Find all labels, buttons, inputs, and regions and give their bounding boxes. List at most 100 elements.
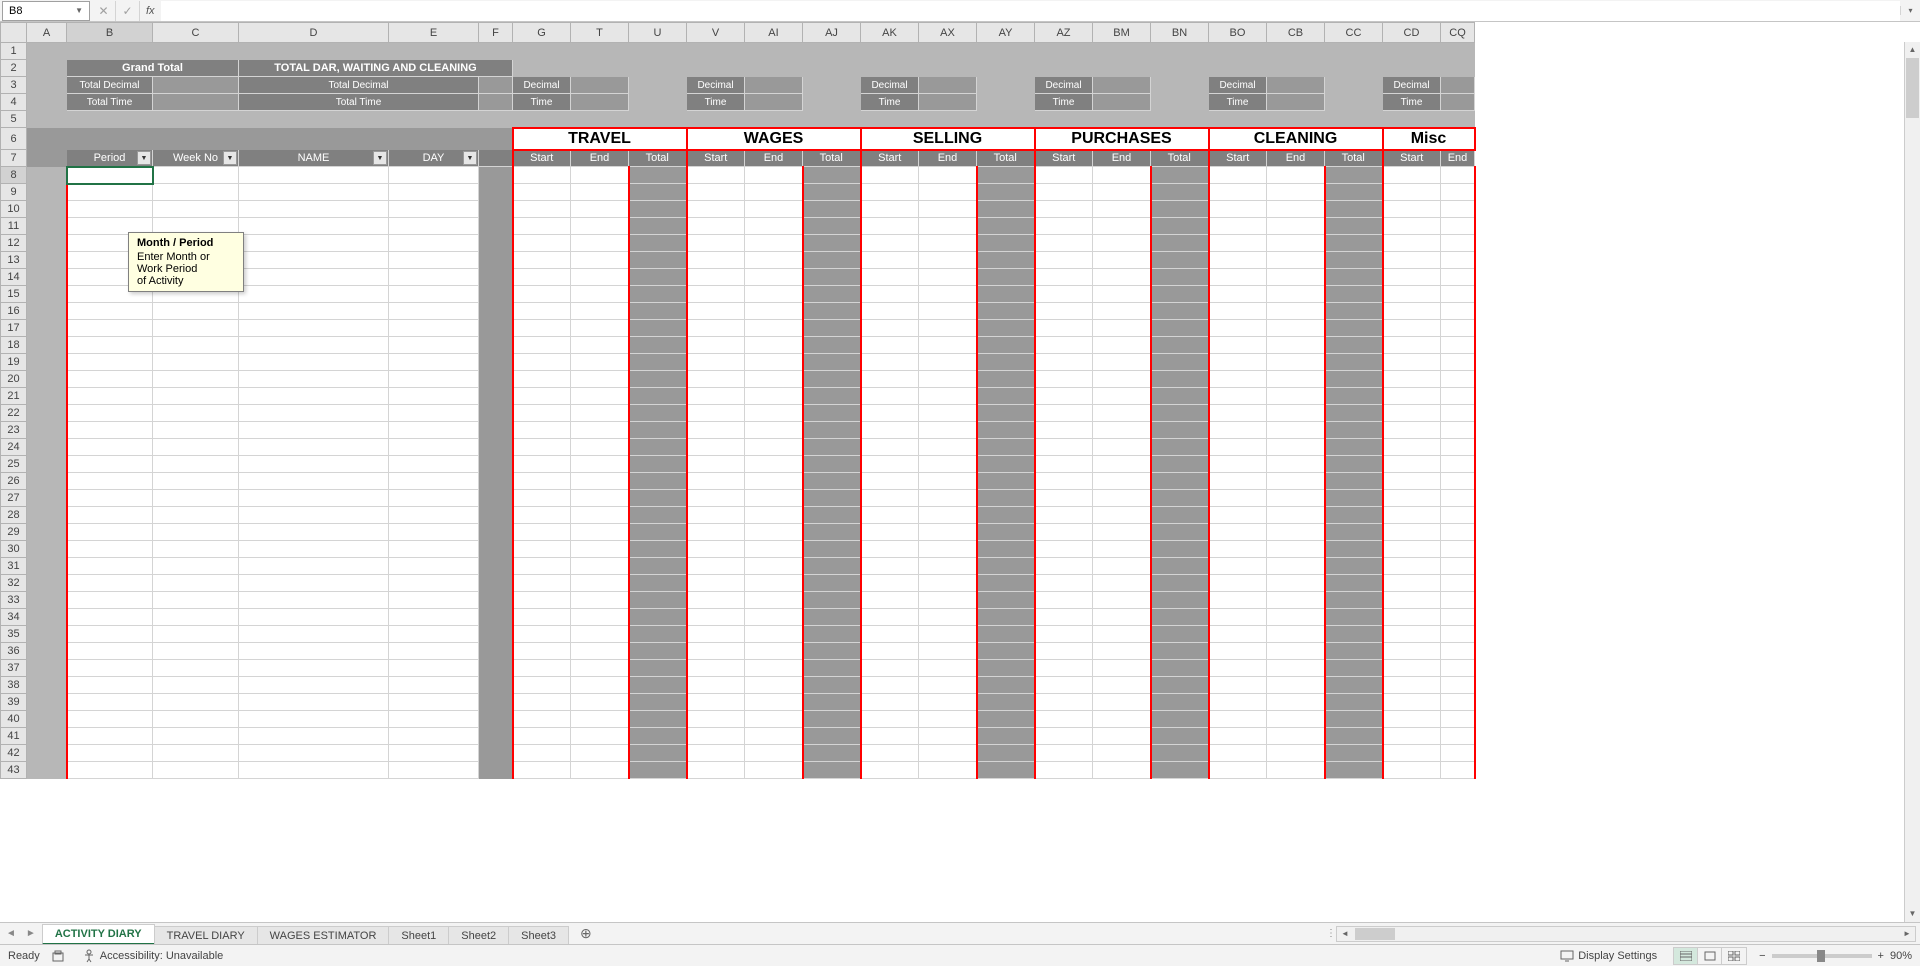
cell[interactable]: [1151, 507, 1209, 524]
cell[interactable]: [153, 473, 239, 490]
cell[interactable]: [67, 422, 153, 439]
cell[interactable]: [513, 320, 571, 337]
cell[interactable]: [1035, 201, 1093, 218]
cell[interactable]: [1209, 286, 1267, 303]
cell[interactable]: [1093, 626, 1151, 643]
cell[interactable]: [1325, 711, 1383, 728]
cell[interactable]: [1441, 94, 1475, 111]
cell[interactable]: [1325, 337, 1383, 354]
cell[interactable]: [27, 167, 67, 184]
cell[interactable]: [479, 252, 513, 269]
cell[interactable]: [919, 643, 977, 660]
cell[interactable]: [1383, 592, 1441, 609]
cell[interactable]: [1267, 592, 1325, 609]
row-header[interactable]: 5: [1, 111, 27, 128]
cell[interactable]: [629, 643, 687, 660]
cell[interactable]: SELLING: [861, 128, 1035, 150]
cell[interactable]: [1093, 60, 1151, 77]
column-header[interactable]: F: [479, 23, 513, 43]
cell[interactable]: [861, 677, 919, 694]
cell[interactable]: [1383, 626, 1441, 643]
cell[interactable]: NAME▼: [239, 150, 389, 167]
cell[interactable]: [1267, 60, 1325, 77]
cell[interactable]: [1209, 371, 1267, 388]
cell[interactable]: [153, 660, 239, 677]
row-header[interactable]: 27: [1, 490, 27, 507]
cell[interactable]: [745, 269, 803, 286]
cell[interactable]: [629, 762, 687, 779]
cell[interactable]: [479, 167, 513, 184]
cell[interactable]: [1209, 473, 1267, 490]
cell[interactable]: [1151, 337, 1209, 354]
cell[interactable]: [745, 354, 803, 371]
cell[interactable]: [1035, 609, 1093, 626]
cell[interactable]: [1209, 660, 1267, 677]
cell[interactable]: [513, 473, 571, 490]
zoom-out-button[interactable]: −: [1759, 950, 1765, 962]
cell[interactable]: [1093, 524, 1151, 541]
cell[interactable]: [389, 388, 479, 405]
cell[interactable]: Decimal: [687, 77, 745, 94]
cell[interactable]: [1325, 388, 1383, 405]
cell[interactable]: [1325, 439, 1383, 456]
cell[interactable]: [153, 694, 239, 711]
cell[interactable]: [629, 303, 687, 320]
cell[interactable]: [153, 609, 239, 626]
cell[interactable]: [919, 609, 977, 626]
cell[interactable]: [1209, 111, 1267, 128]
cell[interactable]: [745, 745, 803, 762]
cell[interactable]: [919, 711, 977, 728]
cell[interactable]: Decimal: [861, 77, 919, 94]
cell[interactable]: [1383, 371, 1441, 388]
row-header[interactable]: 3: [1, 77, 27, 94]
column-header[interactable]: B: [67, 23, 153, 43]
cell[interactable]: [687, 286, 745, 303]
cell[interactable]: [1325, 677, 1383, 694]
cell[interactable]: [745, 201, 803, 218]
row-header[interactable]: 6: [1, 128, 27, 150]
cell[interactable]: [803, 609, 861, 626]
cell[interactable]: [861, 388, 919, 405]
cell[interactable]: [919, 235, 977, 252]
cell[interactable]: [389, 128, 479, 150]
column-header[interactable]: AJ: [803, 23, 861, 43]
cell[interactable]: [1035, 235, 1093, 252]
cell[interactable]: Decimal: [513, 77, 571, 94]
cell[interactable]: [1151, 558, 1209, 575]
cell[interactable]: [1383, 286, 1441, 303]
cell[interactable]: [977, 60, 1035, 77]
column-header[interactable]: CQ: [1441, 23, 1475, 43]
cell[interactable]: [745, 711, 803, 728]
cell[interactable]: [861, 320, 919, 337]
cell[interactable]: [27, 201, 67, 218]
cell[interactable]: [479, 201, 513, 218]
cell[interactable]: [513, 43, 571, 60]
cell[interactable]: [803, 405, 861, 422]
cell[interactable]: [239, 507, 389, 524]
cell[interactable]: [977, 252, 1035, 269]
cell[interactable]: [153, 711, 239, 728]
cell[interactable]: [861, 694, 919, 711]
cell[interactable]: [745, 507, 803, 524]
cell[interactable]: [803, 167, 861, 184]
cell[interactable]: [977, 626, 1035, 643]
cell[interactable]: [1441, 660, 1475, 677]
cell[interactable]: [803, 439, 861, 456]
cell[interactable]: [153, 184, 239, 201]
cell[interactable]: [27, 218, 67, 235]
cell[interactable]: [239, 728, 389, 745]
cell[interactable]: [629, 371, 687, 388]
cell[interactable]: [1151, 235, 1209, 252]
cell[interactable]: [479, 643, 513, 660]
cell[interactable]: [1093, 388, 1151, 405]
cell[interactable]: [687, 60, 745, 77]
cell[interactable]: [803, 762, 861, 779]
cell[interactable]: [513, 609, 571, 626]
cell[interactable]: [1267, 235, 1325, 252]
cell[interactable]: [1383, 728, 1441, 745]
cell[interactable]: [1441, 60, 1475, 77]
cell[interactable]: [571, 77, 629, 94]
cell[interactable]: [687, 473, 745, 490]
filter-dropdown-icon[interactable]: ▼: [137, 151, 151, 165]
row-header[interactable]: 33: [1, 592, 27, 609]
